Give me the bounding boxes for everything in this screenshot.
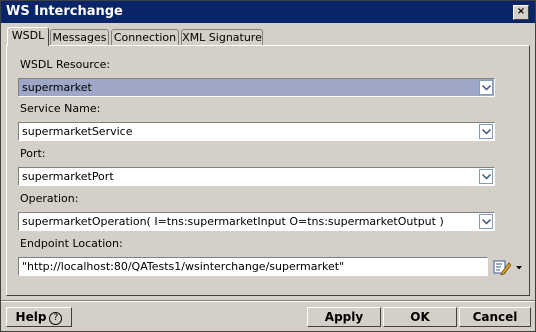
chevron-down-icon [482, 85, 491, 91]
chevron-down-icon [482, 219, 491, 225]
port-value: supermarketPort [22, 170, 114, 183]
close-button[interactable]: × [513, 5, 529, 20]
operation-label: Operation: [20, 192, 79, 205]
edit-expression-icon[interactable] [493, 259, 512, 276]
service-name-dropdown-button[interactable] [479, 124, 493, 139]
wsdl-resource-dropdown-button[interactable] [479, 80, 493, 95]
question-icon: ? [49, 312, 63, 325]
wsdl-resource-label: WSDL Resource: [20, 58, 111, 71]
tab-xml-signature[interactable]: XML Signature [181, 29, 263, 45]
button-separator [1, 300, 535, 302]
operation-select[interactable]: supermarketOperation( I=tns:supermarketI… [18, 212, 495, 231]
tab-connection[interactable]: Connection [111, 29, 179, 45]
title-bar[interactable]: WS Interchange × [1, 1, 535, 23]
endpoint-location-label: Endpoint Location: [20, 237, 123, 250]
operation-dropdown-button[interactable] [479, 214, 493, 229]
port-label: Port: [20, 147, 46, 160]
cancel-button[interactable]: Cancel [459, 307, 531, 327]
wsdl-resource-value: supermarket [22, 81, 92, 94]
port-select[interactable]: supermarketPort [18, 167, 495, 186]
endpoint-location-input[interactable]: "http://localhost:80/QATests1/wsintercha… [18, 257, 488, 276]
service-name-label: Service Name: [20, 102, 101, 115]
tab-messages[interactable]: Messages [50, 29, 109, 45]
service-name-select[interactable]: supermarketService [18, 122, 495, 141]
edit-menu-caret-icon[interactable] [516, 266, 522, 270]
close-icon: × [516, 6, 526, 17]
endpoint-location-value: "http://localhost:80/QATests1/wsintercha… [22, 260, 345, 273]
window-title: WS Interchange [6, 4, 123, 19]
chevron-down-icon [482, 129, 491, 135]
help-button[interactable]: Help? [6, 307, 72, 327]
tab-wsdl[interactable]: WSDL [7, 27, 49, 46]
chevron-down-icon [482, 174, 491, 180]
help-label: Help [15, 310, 47, 324]
operation-value: supermarketOperation( I=tns:supermarketI… [22, 215, 444, 228]
apply-button[interactable]: Apply [307, 307, 381, 327]
port-dropdown-button[interactable] [479, 169, 493, 184]
ok-button[interactable]: OK [383, 307, 457, 327]
ws-interchange-dialog: WS Interchange × WSDL Messages Connectio… [0, 0, 536, 332]
service-name-value: supermarketService [22, 125, 133, 138]
wsdl-resource-select[interactable]: supermarket [18, 78, 495, 97]
